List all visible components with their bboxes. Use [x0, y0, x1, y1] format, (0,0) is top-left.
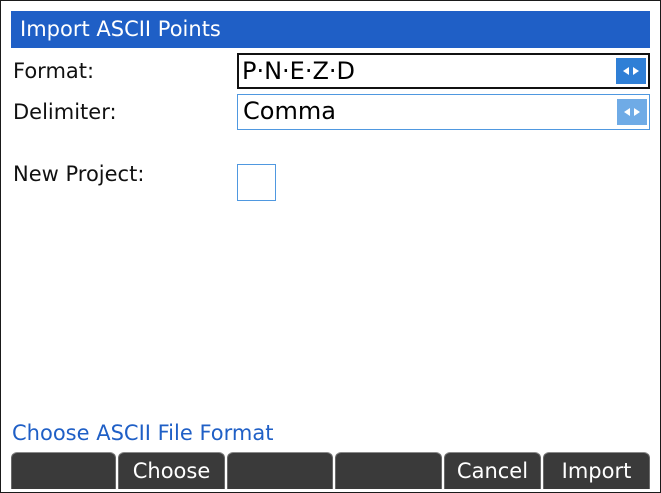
format-value: P·N·E·Z·D	[242, 57, 356, 85]
delimiter-value: Comma	[243, 97, 336, 125]
softkey-bar: Choose Cancel Import	[11, 452, 650, 489]
left-right-arrows-icon[interactable]	[616, 98, 648, 126]
softkey-4[interactable]	[335, 452, 442, 489]
delimiter-field[interactable]: Comma	[237, 94, 650, 130]
page-title: Import ASCII Points	[20, 17, 221, 41]
softkey-1[interactable]	[11, 452, 116, 489]
format-label: Format:	[13, 59, 95, 83]
new-project-row: New Project:	[11, 162, 650, 205]
format-row: Format: P·N·E·Z·D	[11, 51, 650, 91]
status-hint: Choose ASCII File Format	[12, 421, 274, 445]
left-right-arrows-icon[interactable]	[615, 57, 647, 85]
import-ascii-points-screen: Import ASCII Points Format: P·N·E·Z·D De…	[0, 0, 661, 493]
delimiter-label: Delimiter:	[13, 100, 117, 124]
title-bar: Import ASCII Points	[11, 11, 650, 48]
import-button[interactable]: Import	[543, 452, 650, 489]
choose-button[interactable]: Choose	[118, 452, 225, 489]
new-project-checkbox[interactable]	[237, 164, 276, 201]
delimiter-row: Delimiter: Comma	[11, 92, 650, 132]
cancel-button[interactable]: Cancel	[444, 452, 541, 489]
format-field[interactable]: P·N·E·Z·D	[237, 53, 650, 89]
new-project-label: New Project:	[13, 162, 145, 186]
softkey-3[interactable]	[227, 452, 333, 489]
